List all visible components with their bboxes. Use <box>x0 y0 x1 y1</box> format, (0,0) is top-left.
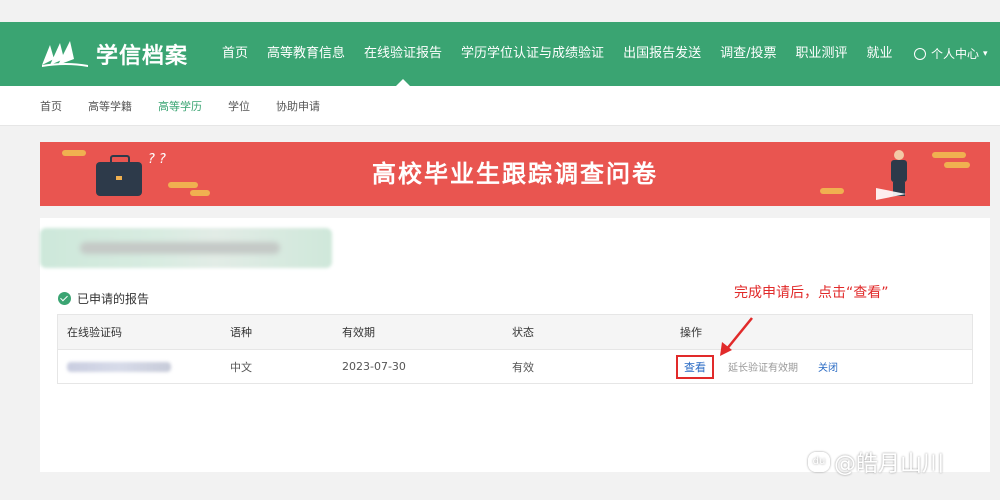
reports-card: 已申请的报告 在线验证码 语种 有效期 状态 操作 中文 2023-07-30 … <box>40 218 990 472</box>
user-circle-icon <box>914 48 926 60</box>
column-header-status: 状态 <box>512 326 534 339</box>
redacted-verification-code <box>67 361 171 372</box>
banner-title: 高校毕业生跟踪调查问卷 <box>372 160 658 188</box>
main-nav: 首页 高等教育信息 在线验证报告 学历学位认证与成绩验证 出国报告发送 调查/投… <box>222 22 912 86</box>
column-header-language: 语种 <box>230 326 252 339</box>
survey-banner[interactable]: ? ? 高校毕业生跟踪调查问卷 <box>40 142 990 206</box>
du-logo-icon: du <box>808 452 830 472</box>
subnav-item-home[interactable]: 首页 <box>40 98 62 114</box>
view-report-button[interactable]: 查看 <box>676 354 714 379</box>
column-header-expiry: 有效期 <box>342 326 375 339</box>
annotation-arrow-icon <box>720 317 753 356</box>
close-report-link[interactable]: 关闭 <box>818 359 838 374</box>
subnav-item-assist-apply[interactable]: 协助申请 <box>276 98 320 114</box>
cloud-decoration <box>932 152 966 158</box>
nav-item-online-verification[interactable]: 在线验证报告 <box>364 22 442 86</box>
nav-item-survey-vote[interactable]: 调查/投票 <box>720 22 776 86</box>
reports-table: 在线验证码 语种 有效期 状态 操作 中文 2023-07-30 有效 查看 延… <box>57 314 973 384</box>
nav-item-home[interactable]: 首页 <box>222 22 248 86</box>
book-logo-icon <box>40 39 90 69</box>
redacted-user-info <box>40 228 332 268</box>
nav-item-degree-certification[interactable]: 学历学位认证与成绩验证 <box>461 22 604 86</box>
cell-expiry: 2023-07-30 <box>342 360 406 373</box>
nav-item-employment[interactable]: 就业 <box>866 22 892 86</box>
cell-language: 中文 <box>230 360 252 374</box>
cloud-decoration <box>820 188 844 194</box>
column-header-code: 在线验证码 <box>67 326 122 339</box>
section-title-text: 已申请的报告 <box>77 291 150 306</box>
subnav-item-student-status[interactable]: 高等学籍 <box>88 98 132 114</box>
nav-item-report-sending[interactable]: 出国报告发送 <box>623 22 701 86</box>
check-circle-icon <box>58 291 71 305</box>
section-title: 已申请的报告 <box>58 290 149 306</box>
table-row: 中文 2023-07-30 有效 查看 延长验证有效期 关闭 <box>58 349 972 383</box>
user-center-label: 个人中心 <box>931 47 980 61</box>
sub-navbar: 首页 高等学籍 高等学历 学位 协助申请 <box>0 86 1000 126</box>
subnav-item-academic-record[interactable]: 高等学历 <box>158 98 202 114</box>
cell-status: 有效 <box>512 360 534 374</box>
nav-item-higher-education[interactable]: 高等教育信息 <box>267 22 345 86</box>
cloud-decoration <box>944 162 970 168</box>
paper-plane-icon <box>876 188 906 200</box>
top-navbar: 学信档案 首页 高等教育信息 在线验证报告 学历学位认证与成绩验证 出国报告发送… <box>0 22 1000 86</box>
user-center-menu[interactable]: 个人中心 ▾ <box>914 22 988 86</box>
instruction-annotation: 完成申请后，点击“查看” <box>734 285 889 301</box>
site-logo[interactable]: 学信档案 <box>40 38 188 70</box>
watermark-text: @皓月山川 <box>834 452 945 477</box>
subnav-item-degree[interactable]: 学位 <box>228 98 250 114</box>
caret-down-icon: ▾ <box>983 49 988 59</box>
table-header: 在线验证码 语种 有效期 状态 操作 <box>58 315 972 349</box>
nav-item-career-test[interactable]: 职业测评 <box>795 22 847 86</box>
watermark: du @皓月山川 <box>808 446 944 478</box>
extend-validity-link[interactable]: 延长验证有效期 <box>728 359 798 374</box>
cell-verification-code <box>58 361 230 372</box>
logo-text: 学信档案 <box>96 44 189 69</box>
